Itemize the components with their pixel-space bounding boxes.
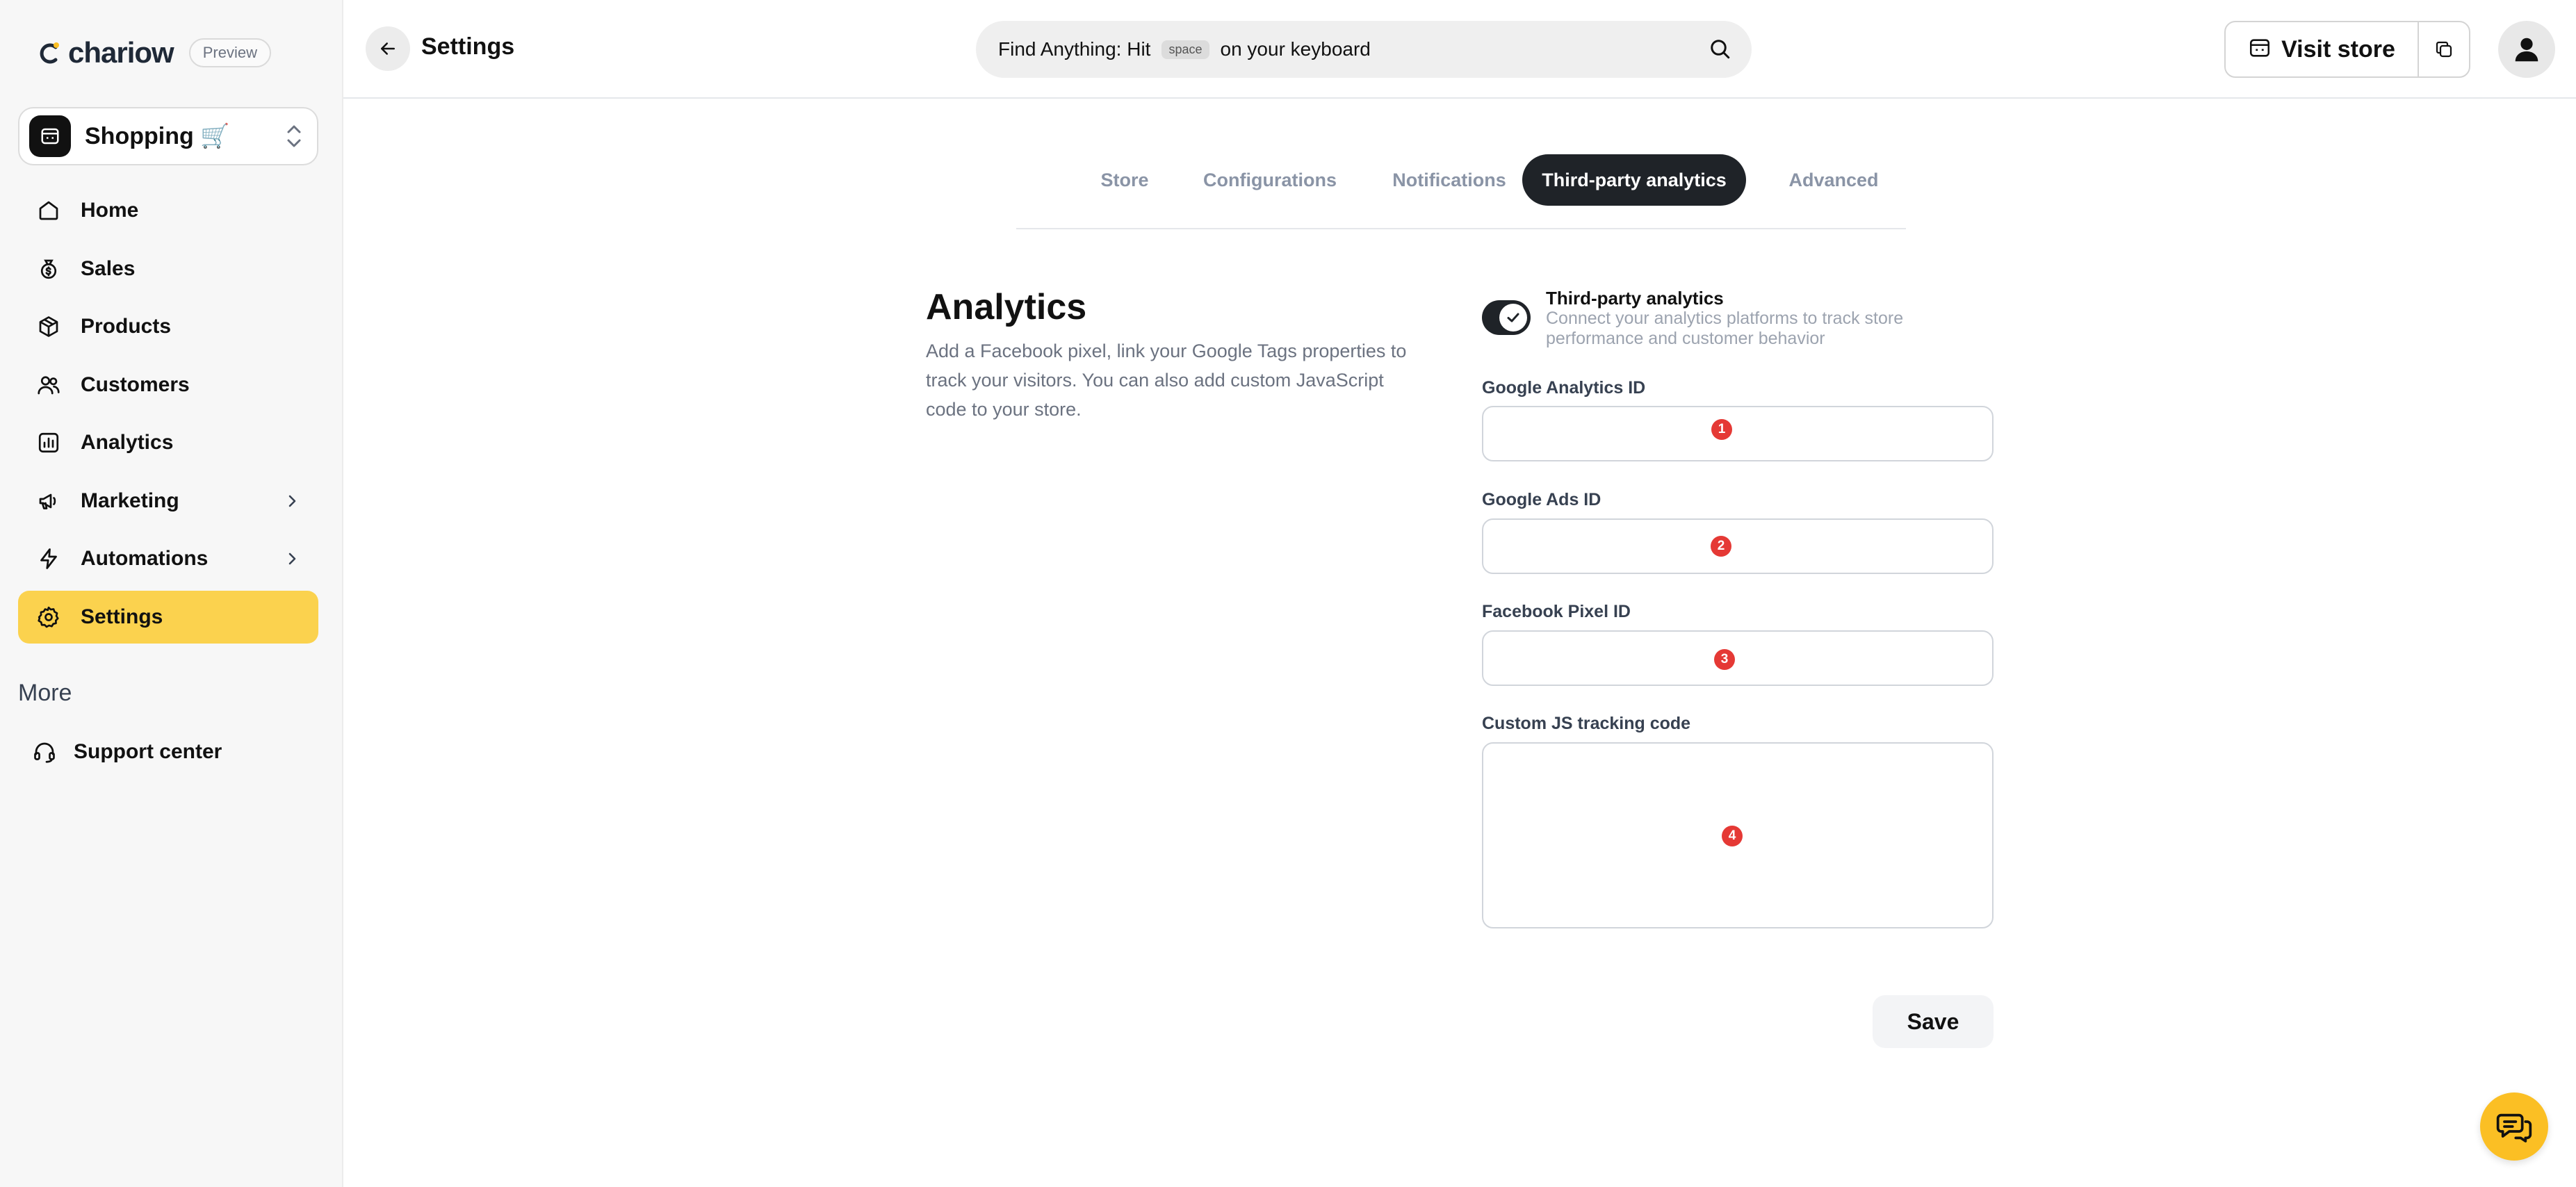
space-key-badge: space (1161, 40, 1209, 59)
marker-badge-4: 4 (1722, 826, 1743, 846)
tab-advanced[interactable]: Advanced (1764, 154, 1903, 206)
sidebar-item-marketing[interactable]: Marketing (18, 475, 318, 527)
tab-notifications[interactable]: Notifications (1369, 154, 1529, 206)
sidebar-item-label: Customers (81, 373, 190, 396)
sidebar-item-sales[interactable]: Sales (18, 243, 318, 295)
copy-store-link-button[interactable] (2419, 22, 2469, 76)
sidebar-item-automations[interactable]: Automations (18, 532, 318, 585)
google-analytics-label: Google Analytics ID (1482, 378, 1646, 398)
home-icon (35, 197, 63, 224)
storefront-icon (2248, 36, 2272, 63)
visit-store-group: Visit store (2224, 21, 2470, 78)
toggle-knob (1499, 304, 1527, 331)
search-icon[interactable] (1707, 36, 1732, 65)
visit-store-label: Visit store (2281, 35, 2395, 63)
chevron-right-icon (285, 493, 299, 513)
sidebar-item-customers[interactable]: Customers (18, 359, 318, 411)
marker-badge-3: 3 (1714, 649, 1735, 670)
sidebar-item-label: Sales (81, 256, 136, 280)
box-icon (35, 313, 63, 341)
page-title: Settings (421, 33, 515, 60)
copy-icon (2436, 41, 2452, 58)
check-icon (1507, 313, 1519, 322)
visit-store-button[interactable]: Visit store (2226, 22, 2419, 76)
sidebar-item-label: Automations (81, 547, 209, 570)
back-button[interactable] (366, 26, 410, 71)
sidebar-item-label: Home (81, 199, 139, 222)
more-section-label: More (18, 680, 72, 706)
tab-store[interactable]: Store (1055, 154, 1194, 206)
tab-third-party-analytics[interactable]: Third-party analytics (1522, 154, 1746, 206)
marker-badge-1: 1 (1711, 419, 1732, 440)
sidebar-item-label: Analytics (81, 431, 174, 454)
google-ads-id-input[interactable] (1482, 518, 1994, 574)
top-bar: Settings Find Anything: Hit space on you… (343, 0, 2576, 99)
search-bar[interactable]: Find Anything: Hit space on your keyboar… (976, 21, 1752, 78)
google-ads-label: Google Ads ID (1482, 490, 1601, 509)
sidebar-item-support-center[interactable]: Support center (31, 730, 222, 774)
custom-js-label: Custom JS tracking code (1482, 714, 1691, 733)
tab-configurations[interactable]: Configurations (1183, 154, 1357, 206)
facebook-pixel-id-input[interactable] (1482, 630, 1994, 686)
sidebar-item-settings[interactable]: Settings (18, 590, 318, 644)
sidebar-item-label: Products (81, 315, 172, 338)
save-button[interactable]: Save (1873, 995, 1994, 1048)
brand-logo[interactable]: chariow Preview (35, 36, 271, 69)
marker-badge-2: 2 (1711, 536, 1731, 557)
preview-badge: Preview (188, 38, 271, 67)
user-menu-button[interactable] (2498, 21, 2555, 78)
chariow-logo-icon (35, 39, 63, 67)
arrow-left-icon (381, 42, 395, 55)
users-icon (35, 371, 63, 399)
megaphone-icon (35, 487, 63, 515)
gear-icon (35, 603, 63, 631)
chevron-up-down-icon (284, 118, 304, 158)
section-description: Add a Facebook pixel, link your Google T… (926, 341, 1407, 420)
search-hint-prefix: Find Anything: Hit (998, 38, 1151, 60)
brand-name: chariow (68, 36, 174, 69)
lightning-icon (35, 545, 63, 573)
headset-icon (31, 738, 58, 766)
sidebar-nav: Home Sales Products Customers Analytics (18, 184, 318, 648)
third-party-analytics-toggle[interactable] (1482, 300, 1531, 335)
chevron-right-icon (285, 550, 299, 571)
sidebar: chariow Preview Shopping 🛒 Home Sales Pr… (0, 0, 343, 1187)
facebook-pixel-label: Facebook Pixel ID (1482, 602, 1631, 621)
store-icon (29, 115, 71, 157)
bar-chart-icon (35, 429, 63, 457)
money-bag-icon (35, 255, 63, 283)
sidebar-item-products[interactable]: Products (18, 300, 318, 353)
toggle-description: Connect your analytics platforms to trac… (1546, 309, 1904, 348)
sidebar-item-analytics[interactable]: Analytics (18, 416, 318, 469)
chat-bubbles-icon (2496, 1113, 2532, 1143)
store-switcher[interactable]: Shopping 🛒 (18, 107, 318, 165)
settings-tabs: Store Configurations Notifications Third… (1016, 154, 1906, 229)
sidebar-item-label: Support center (74, 740, 222, 763)
store-name: Shopping 🛒 (85, 123, 230, 149)
sidebar-item-home[interactable]: Home (18, 184, 318, 237)
toggle-title: Third-party analytics (1546, 288, 1724, 309)
sidebar-item-label: Marketing (81, 489, 179, 512)
google-analytics-id-input[interactable] (1482, 406, 1994, 461)
sidebar-item-label: Settings (81, 605, 163, 628)
user-avatar-icon (2515, 38, 2538, 62)
section-title: Analytics (926, 287, 1087, 327)
support-chat-button[interactable] (2480, 1092, 2548, 1161)
search-hint-suffix: on your keyboard (1220, 38, 1371, 60)
